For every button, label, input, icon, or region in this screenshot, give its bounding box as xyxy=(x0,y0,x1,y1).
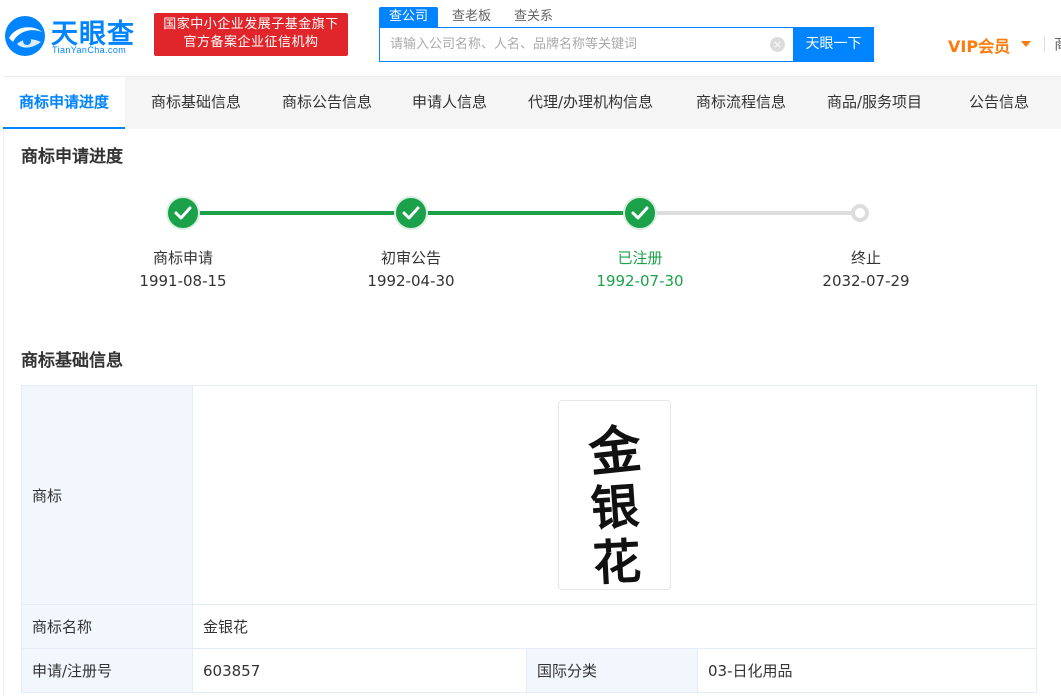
search-tab-boss[interactable]: 查老板 xyxy=(452,7,491,27)
tab-process-info[interactable]: 商标流程信息 xyxy=(696,77,786,129)
official-badge: 国家中小企业发展子基金旗下 官方备案企业征信机构 xyxy=(154,13,348,56)
logo-eye-icon xyxy=(5,16,45,56)
step-3-name: 已注册 xyxy=(617,249,663,267)
search-box: × 天眼一下 xyxy=(379,27,874,62)
trademark-calligraphy-image: 金 银 花 xyxy=(585,418,645,592)
step-3-date: 1992-07-30 xyxy=(596,272,684,290)
basic-info-table: 商标 金 银 花 商标名称 金银花 申请/注册号 603857 国际分类 03-… xyxy=(21,385,1037,693)
step-1-check-icon xyxy=(166,196,200,230)
badge-line-1: 国家中小企业发展子基金旗下 xyxy=(163,17,339,32)
tab-goods-services[interactable]: 商品/服务项目 xyxy=(827,77,922,129)
badge-line-2: 官方备案企业征信机构 xyxy=(183,35,319,50)
step-2-name: 初审公告 xyxy=(380,249,441,267)
step-4-date: 2032-07-29 xyxy=(822,272,910,290)
search-tab-relation[interactable]: 查关系 xyxy=(514,7,553,27)
search-tab-company[interactable]: 查公司 xyxy=(379,7,439,27)
search-input[interactable] xyxy=(380,28,770,61)
tab-applicant-info[interactable]: 申请人信息 xyxy=(412,77,487,129)
header-more-link[interactable]: 商 xyxy=(1054,33,1061,54)
step-2-date: 1992-04-30 xyxy=(367,272,455,290)
progress-section-title: 商标申请进度 xyxy=(21,147,123,167)
step-4-pending-dot xyxy=(851,204,869,222)
trademark-nav-tabs: 商标申请进度 商标基础信息 商标公告信息 申请人信息 代理/办理机构信息 商标流… xyxy=(3,76,1061,129)
header-divider xyxy=(1044,36,1045,52)
step-1-name: 商标申请 xyxy=(152,249,213,267)
step-2-check-icon xyxy=(394,196,428,230)
progress-line-pending xyxy=(640,211,860,215)
svg-text:金: 金 xyxy=(585,418,645,484)
clear-icon[interactable]: × xyxy=(770,37,785,52)
vip-member-link[interactable]: VIP会员 xyxy=(948,33,1010,57)
table-row: 申请/注册号 603857 国际分类 03-日化用品 xyxy=(21,648,1037,693)
intl-class-value: 03-日化用品 xyxy=(697,648,1037,693)
trademark-image[interactable]: 金 银 花 xyxy=(558,400,671,592)
reg-no-value: 603857 xyxy=(192,648,527,693)
trademark-label: 商标 xyxy=(21,385,193,605)
site-logo[interactable]: 天眼查 TianYanCha.com xyxy=(3,10,143,58)
reg-no-label: 申请/注册号 xyxy=(21,648,193,693)
tab-announcement-info[interactable]: 商标公告信息 xyxy=(282,77,372,129)
svg-text:花: 花 xyxy=(592,534,643,591)
trademark-name-value: 金银花 xyxy=(192,604,1037,649)
tab-application-progress[interactable]: 商标申请进度 xyxy=(3,77,126,129)
step-1-date: 1991-08-15 xyxy=(139,272,227,290)
tab-public-notice[interactable]: 公告信息 xyxy=(969,77,1029,129)
trademark-name-label: 商标名称 xyxy=(21,604,193,649)
svg-text:银: 银 xyxy=(589,478,641,537)
intl-class-label: 国际分类 xyxy=(526,648,698,693)
top-header: 天眼查 TianYanCha.com 国家中小企业发展子基金旗下 官方备案企业征… xyxy=(0,0,1061,76)
step-4-name: 终止 xyxy=(850,249,881,267)
search-button[interactable]: 天眼一下 xyxy=(793,27,874,62)
trademark-image-cell: 金 银 花 xyxy=(192,385,1037,605)
tab-agency-info[interactable]: 代理/办理机构信息 xyxy=(528,77,653,129)
basic-info-section-title: 商标基础信息 xyxy=(21,351,123,371)
step-3-check-icon xyxy=(623,196,657,230)
logo-subtitle: TianYanCha.com xyxy=(52,45,127,55)
tab-basic-info[interactable]: 商标基础信息 xyxy=(151,77,241,129)
table-row: 商标名称 金银花 xyxy=(21,604,1037,649)
table-row: 商标 金 银 花 xyxy=(21,385,1037,605)
chevron-down-icon[interactable] xyxy=(1021,41,1031,47)
